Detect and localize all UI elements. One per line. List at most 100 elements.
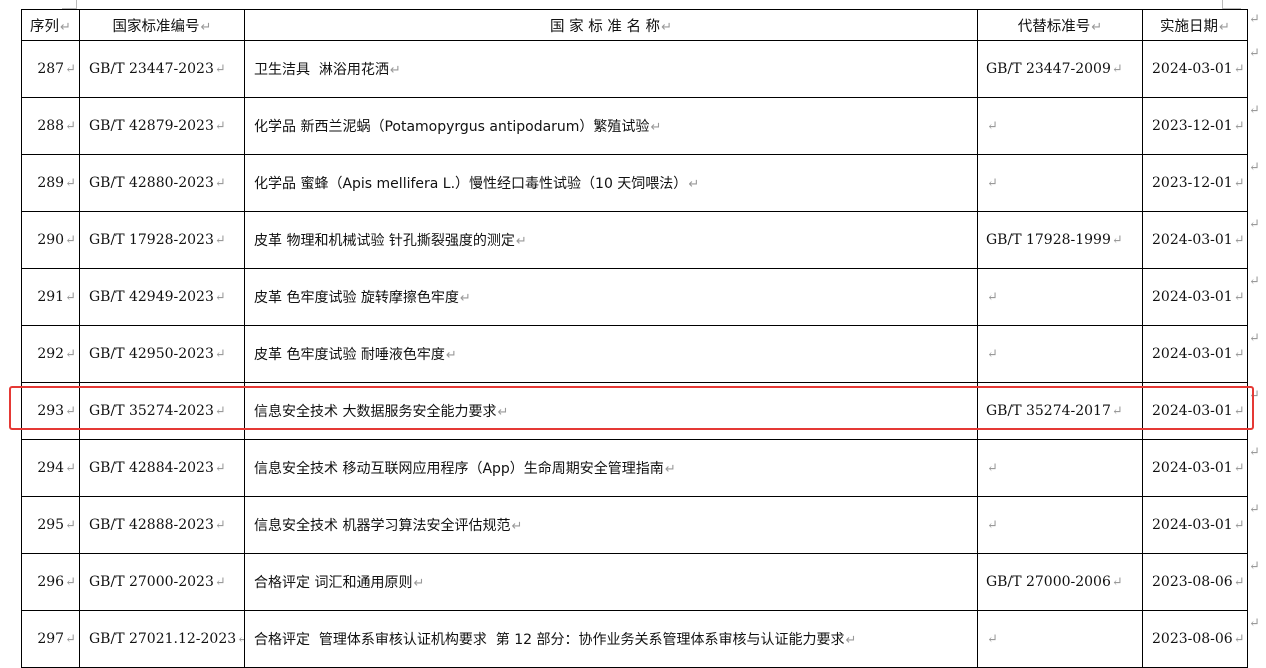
paragraph-mark: ↵ <box>65 404 76 419</box>
table-row: 293↵ GB/T 35274-2023↵ 信息安全技术 大数据服务安全能力要求↵ G… <box>21 382 1248 440</box>
row-end-mark: ↵ <box>1249 274 1260 289</box>
paragraph-mark: ↵ <box>1233 233 1245 248</box>
paragraph-mark: ↵ <box>214 461 226 476</box>
paragraph-mark: ↵ <box>1111 575 1123 590</box>
cell-replaced: ↵ <box>977 325 1143 383</box>
cell-replaced: ↵ <box>977 268 1143 326</box>
table-row: 297↵GB/T 27021.12-2023↵合格评定 管理体系审核认证机构要求… <box>21 610 1248 668</box>
paragraph-mark: ↵ <box>987 119 998 134</box>
paragraph-mark: ↵ <box>214 518 226 533</box>
table-row: 294↵ GB/T 42884-2023↵ 信息安全技术 移动互联网应用程序（App… <box>21 439 1248 497</box>
cell-replaced: ↵ <box>977 496 1143 554</box>
header-date: 实施日期↵ <box>1142 9 1248 41</box>
cell-seq: 289↵ <box>21 154 80 212</box>
cell-date: 2024-03-01↵ <box>1142 496 1248 554</box>
cell-date: 2023-12-01↵ <box>1142 97 1248 155</box>
cell-name: 信息安全技术 机器学习算法安全评估规范↵ <box>244 496 978 554</box>
row-end-mark: ↵ <box>1249 217 1260 232</box>
cell-seq: 292↵ <box>21 325 80 383</box>
paragraph-mark: ↵ <box>214 62 226 77</box>
paragraph-mark: ↵ <box>214 290 226 305</box>
row-end-mark: ↵ <box>1249 103 1260 118</box>
paragraph-mark: ↵ <box>65 233 76 248</box>
cell-date: 2024-03-01↵ <box>1142 325 1248 383</box>
cell-seq: 294↵ <box>21 439 80 497</box>
paragraph-mark: ↵ <box>65 518 76 533</box>
paragraph-mark: ↵ <box>1233 290 1245 305</box>
paragraph-mark: ↵ <box>389 63 401 78</box>
paragraph-mark: ↵ <box>1111 404 1123 419</box>
cell-code: GB/T 23447-2023↵ <box>79 40 245 98</box>
cell-seq: 295↵ <box>21 496 80 554</box>
paragraph-mark: ↵ <box>1233 62 1245 77</box>
row-end-mark: ↵ <box>1249 559 1260 574</box>
paragraph-mark: ↵ <box>65 575 76 590</box>
cell-code: GB/T 27000-2023↵ <box>79 553 245 611</box>
cell-date: 2024-03-01↵ <box>1142 211 1248 269</box>
cell-seq: 296↵ <box>21 553 80 611</box>
row-end-mark: ↵ <box>1249 616 1260 631</box>
cell-code: GB/T 42884-2023↵ <box>79 439 245 497</box>
cell-name: 化学品 蜜蜂（Apis mellifera L.）慢性经口毒性试验（10 天饲喂… <box>244 154 978 212</box>
header-replaced: 代替标准号↵ <box>977 9 1143 41</box>
table-row: 296↵ GB/T 27000-2023↵ 合格评定 词汇和通用原则↵ GB/T 27… <box>21 553 1248 611</box>
cell-code: GB/T 17928-2023↵ <box>79 211 245 269</box>
paragraph-mark: ↵ <box>1111 233 1123 248</box>
cell-name: 皮革 物理和机械试验 针孔撕裂强度的测定↵ <box>244 211 978 269</box>
paragraph-mark: ↵ <box>497 405 509 420</box>
cell-code: GB/T 42950-2023↵ <box>79 325 245 383</box>
paragraph-mark: ↵ <box>65 347 76 362</box>
cell-replaced: GB/T 27000-2006↵ <box>977 553 1143 611</box>
cell-name: 皮革 色牢度试验 旋转摩擦色牢度↵ <box>244 268 978 326</box>
paragraph-mark: ↵ <box>515 234 527 249</box>
paragraph-mark: ↵ <box>1233 518 1245 533</box>
paragraph-mark: ↵ <box>214 119 226 134</box>
cell-code: GB/T 42880-2023↵ <box>79 154 245 212</box>
paragraph-mark: ↵ <box>459 291 471 306</box>
row-end-mark: ↵ <box>1249 46 1260 61</box>
cell-name: 合格评定 管理体系审核认证机构要求 第 12 部分：协作业务关系管理体系审核与认… <box>244 610 978 668</box>
cell-replaced: ↵ <box>977 439 1143 497</box>
paragraph-mark: ↵ <box>65 119 76 134</box>
table-row: 291↵ GB/T 42949-2023↵ 皮革 色牢度试验 旋转摩擦色牢度↵ ↵ 20… <box>21 268 1248 326</box>
paragraph-mark: ↵ <box>987 176 998 191</box>
row-end-mark: ↵ <box>1249 12 1260 27</box>
cell-code: GB/T 42949-2023↵ <box>79 268 245 326</box>
cell-date: 2023-12-01↵ <box>1142 154 1248 212</box>
paragraph-mark: ↵ <box>65 176 76 191</box>
paragraph-mark: ↵ <box>413 576 425 591</box>
table-row: 295↵ GB/T 42888-2023↵ 信息安全技术 机器学习算法安全评估规范↵… <box>21 496 1248 554</box>
cell-seq: 297↵ <box>21 610 80 668</box>
row-end-mark: ↵ <box>1249 502 1260 517</box>
cell-seq: 291↵ <box>21 268 80 326</box>
paragraph-mark: ↵ <box>987 518 998 533</box>
table-row: 292↵ GB/T 42950-2023↵ 皮革 色牢度试验 耐唾液色牢度↵ ↵ 202… <box>21 325 1248 383</box>
table-row: 289↵ GB/T 42880-2023↵ 化学品 蜜蜂（Apis mellifer… <box>21 154 1248 212</box>
cell-date: 2023-08-06↵ <box>1142 610 1248 668</box>
paragraph-mark: ↵ <box>1233 347 1245 362</box>
paragraph-mark: ↵ <box>237 632 243 647</box>
cell-code: GB/T 35274-2023↵ <box>79 382 245 440</box>
paragraph-mark: ↵ <box>214 575 226 590</box>
paragraph-mark: ↵ <box>65 632 76 647</box>
cell-replaced: GB/T 35274-2017↵ <box>977 382 1143 440</box>
cell-code: GB/T 42879-2023↵ <box>79 97 245 155</box>
cell-date: 2024-03-01↵ <box>1142 439 1248 497</box>
paragraph-mark: ↵ <box>1111 62 1123 77</box>
table-row: 287↵ GB/T 23447-2023↵ 卫生洁具 淋浴用花洒↵ GB/T 2344… <box>21 40 1248 98</box>
cell-code: GB/T 42888-2023↵ <box>79 496 245 554</box>
table-row: 290↵ GB/T 17928-2023↵ 皮革 物理和机械试验 针孔撕裂强度的测定… <box>21 211 1248 269</box>
cell-name: 信息安全技术 大数据服务安全能力要求↵ <box>244 382 978 440</box>
paragraph-mark: ↵ <box>987 290 998 305</box>
cell-name: 化学品 新西兰泥蜗（Potamopyrgus antipodarum）繁殖试验↵ <box>244 97 978 155</box>
paragraph-mark: ↵ <box>1233 575 1245 590</box>
paragraph-mark: ↵ <box>65 461 76 476</box>
cell-replaced: ↵ <box>977 154 1143 212</box>
paragraph-mark: ↵ <box>65 62 76 77</box>
paragraph-mark: ↵ <box>445 348 457 363</box>
paragraph-mark: ↵ <box>688 177 700 192</box>
paragraph-mark: ↵ <box>1233 404 1245 419</box>
paragraph-mark: ↵ <box>214 347 226 362</box>
paragraph-mark: ↵ <box>214 233 226 248</box>
header-code: 国家标准编号↵ <box>79 9 245 41</box>
